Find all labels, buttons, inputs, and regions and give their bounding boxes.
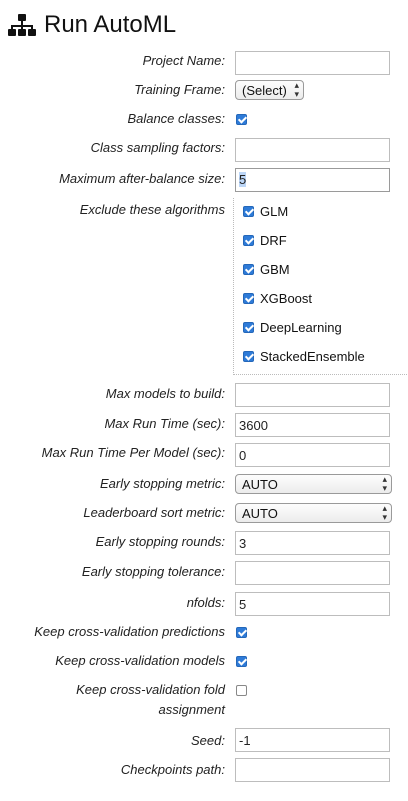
algorithm-name: StackedEnsemble [260, 348, 365, 364]
page-title: Run AutoML [8, 8, 176, 42]
algorithm-name: GLM [260, 203, 289, 219]
select-arrows-icon: ▴ ▾ [294, 80, 299, 99]
algorithm-option-stackedensemble[interactable]: StackedEnsemble [243, 346, 365, 366]
early-stopping-metric-label: Early stopping metric: [100, 476, 225, 491]
exclude-algorithms-label: Exclude these algorithms [79, 202, 225, 217]
nfolds-label: nfolds: [186, 595, 225, 610]
max-after-balance-size-label: Maximum after-balance size: [59, 171, 225, 186]
algorithm-name: DRF [260, 232, 287, 248]
seed-input[interactable] [235, 728, 390, 752]
exclude-algorithms-group: GLM DRF GBM XGBoost DeepLearning Stacked… [233, 198, 408, 375]
max-run-time-per-model-label: Max Run Time Per Model (sec): [41, 445, 225, 460]
select-arrows-icon: ▴ ▾ [382, 503, 387, 522]
max-after-balance-size-input[interactable]: 5 [235, 168, 390, 192]
algorithm-option-deeplearning[interactable]: DeepLearning [243, 317, 342, 337]
keep-cv-fold-assignment-label: Keep cross-validation fold assignment [76, 682, 225, 717]
algorithm-checkbox[interactable] [243, 234, 254, 246]
algorithm-checkbox[interactable] [243, 350, 254, 362]
early-stopping-tolerance-label: Early stopping tolerance: [81, 564, 225, 579]
max-run-time-input[interactable] [235, 413, 390, 437]
balance-classes-label: Balance classes: [127, 111, 225, 126]
keep-cv-models-checkbox[interactable] [236, 656, 247, 667]
max-run-time-per-model-input[interactable] [235, 443, 390, 467]
leaderboard-sort-metric-select[interactable]: AUTO ▴ ▾ [235, 503, 392, 523]
max-models-input[interactable] [235, 383, 390, 407]
checkpoints-path-input[interactable] [235, 758, 390, 782]
early-stopping-metric-select[interactable]: AUTO ▴ ▾ [235, 474, 392, 494]
algorithm-option-glm[interactable]: GLM [243, 201, 288, 221]
algorithm-checkbox[interactable] [243, 321, 254, 333]
checkpoints-path-label: Checkpoints path: [120, 762, 225, 777]
balance-classes-checkbox[interactable] [236, 114, 247, 125]
early-stopping-tolerance-input[interactable] [235, 561, 390, 585]
max-after-balance-size-value: 5 [239, 172, 247, 187]
leaderboard-sort-metric-value: AUTO [242, 505, 278, 521]
algorithm-option-xgboost[interactable]: XGBoost [243, 288, 312, 308]
max-models-label: Max models to build: [105, 386, 225, 401]
nfolds-input[interactable] [235, 592, 390, 616]
early-stopping-rounds-input[interactable] [235, 531, 390, 555]
page-title-text: Run AutoML [44, 11, 177, 38]
training-frame-label: Training Frame: [134, 82, 225, 97]
algorithm-checkbox[interactable] [243, 292, 254, 304]
keep-cv-fold-assignment-checkbox[interactable] [236, 685, 247, 696]
keep-cv-predictions-label: Keep cross-validation predictions [34, 624, 225, 639]
class-sampling-factors-label: Class sampling factors: [90, 140, 225, 155]
project-name-label: Project Name: [142, 53, 225, 68]
algorithm-checkbox[interactable] [243, 263, 254, 275]
select-arrows-icon: ▴ ▾ [382, 474, 387, 493]
algorithm-option-drf[interactable]: DRF [243, 230, 287, 250]
early-stopping-rounds-label: Early stopping rounds: [95, 534, 225, 549]
project-name-input[interactable] [235, 51, 390, 75]
algorithm-name: DeepLearning [260, 319, 342, 335]
training-frame-select[interactable]: (Select) ▴ ▾ [235, 80, 304, 100]
keep-cv-predictions-checkbox[interactable] [236, 627, 247, 638]
early-stopping-metric-value: AUTO [242, 476, 278, 492]
class-sampling-factors-input[interactable] [235, 138, 390, 162]
algorithm-checkbox[interactable] [243, 205, 254, 217]
algorithm-name: GBM [260, 261, 290, 277]
seed-label: Seed: [191, 733, 225, 748]
algorithm-option-gbm[interactable]: GBM [243, 259, 290, 279]
sitemap-icon [8, 14, 36, 36]
leaderboard-sort-metric-label: Leaderboard sort metric: [83, 505, 225, 520]
training-frame-value: (Select) [242, 82, 287, 98]
max-run-time-label: Max Run Time (sec): [104, 416, 225, 431]
algorithm-name: XGBoost [260, 290, 313, 306]
keep-cv-models-label: Keep cross-validation models [55, 653, 225, 668]
